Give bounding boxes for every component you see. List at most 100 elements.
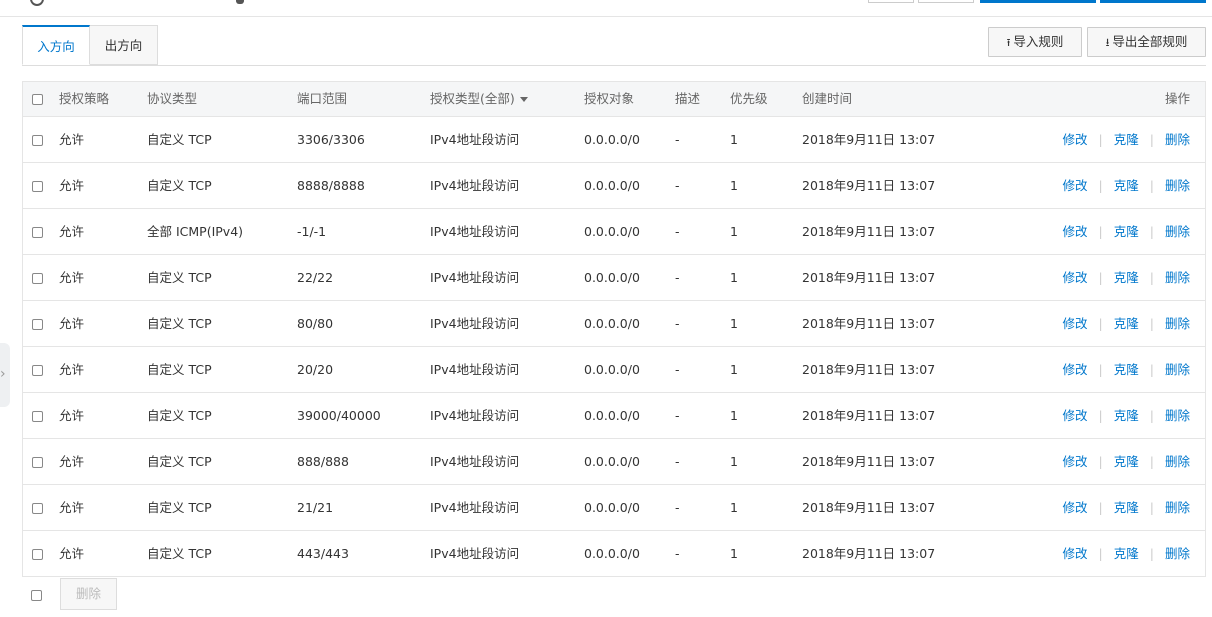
rule-auth-type: IPv4地址段访问 xyxy=(430,270,520,285)
clone-rule-link[interactable]: 克隆 xyxy=(1114,316,1139,331)
row-checkbox[interactable] xyxy=(32,549,43,560)
table-row: 允许 自定义 TCP 20/20 IPv4地址段访问 0.0.0.0/0 - 1 2018年9… xyxy=(23,347,1205,393)
clone-rule-link[interactable]: 克隆 xyxy=(1114,408,1139,423)
rule-protocol: 全部 ICMP(IPv4) xyxy=(147,224,244,239)
rule-description: - xyxy=(675,132,680,147)
rule-priority: 1 xyxy=(730,500,738,515)
import-rules-button[interactable]: ⭱ 导入规则 xyxy=(988,27,1082,57)
export-all-rules-button[interactable]: ⭳ 导出全部规则 xyxy=(1087,27,1206,57)
rule-auth-target: 0.0.0.0/0 xyxy=(584,454,640,469)
edit-rule-link[interactable]: 修改 xyxy=(1063,224,1088,239)
edit-rule-link[interactable]: 修改 xyxy=(1063,500,1088,515)
edit-rule-link[interactable]: 修改 xyxy=(1063,454,1088,469)
select-all-checkbox[interactable] xyxy=(32,94,43,105)
rule-port-range: 888/888 xyxy=(297,454,349,469)
delete-rule-link[interactable]: 删除 xyxy=(1165,132,1190,147)
edit-rule-link[interactable]: 修改 xyxy=(1063,178,1088,193)
table-row: 允许 自定义 TCP 3306/3306 IPv4地址段访问 0.0.0.0/0 - 1 20… xyxy=(23,117,1205,163)
delete-rule-link[interactable]: 删除 xyxy=(1165,500,1190,515)
rule-auth-target: 0.0.0.0/0 xyxy=(584,546,640,561)
row-checkbox[interactable] xyxy=(32,457,43,468)
sidebar-toggle[interactable]: › xyxy=(0,343,10,407)
header-button[interactable] xyxy=(868,0,914,3)
rule-policy: 允许 xyxy=(59,408,85,423)
rule-port-range: 443/443 xyxy=(297,546,349,561)
rule-auth-type: IPv4地址段访问 xyxy=(430,362,520,377)
edit-rule-link[interactable]: 修改 xyxy=(1063,132,1088,147)
delete-rule-link[interactable]: 删除 xyxy=(1165,270,1190,285)
row-checkbox[interactable] xyxy=(32,365,43,376)
row-checkbox[interactable] xyxy=(32,273,43,284)
row-checkbox[interactable] xyxy=(32,181,43,192)
delete-rule-link[interactable]: 删除 xyxy=(1165,316,1190,331)
action-divider: | xyxy=(1098,546,1103,561)
header-primary-button[interactable] xyxy=(1100,0,1206,3)
rule-port-range: -1/-1 xyxy=(297,224,327,239)
rule-priority: 1 xyxy=(730,546,738,561)
rule-priority: 1 xyxy=(730,224,738,239)
clone-rule-link[interactable]: 克隆 xyxy=(1114,500,1139,515)
rule-description: - xyxy=(675,316,680,331)
rule-description: - xyxy=(675,408,680,423)
action-divider: | xyxy=(1149,224,1154,239)
action-divider: | xyxy=(1149,408,1154,423)
delete-rule-link[interactable]: 删除 xyxy=(1165,454,1190,469)
row-checkbox[interactable] xyxy=(32,319,43,330)
clone-rule-link[interactable]: 克隆 xyxy=(1114,362,1139,377)
footer-select-checkbox[interactable] xyxy=(31,588,42,602)
rule-auth-type: IPv4地址段访问 xyxy=(430,316,520,331)
rules-table: 授权策略 协议类型 端口范围 授权类型(全部) 授权对象 描述 优先级 创建时间… xyxy=(22,81,1206,577)
tab-inbound[interactable]: 入方向 xyxy=(22,25,90,65)
row-checkbox[interactable] xyxy=(32,503,43,514)
clone-rule-link[interactable]: 克隆 xyxy=(1114,178,1139,193)
clone-rule-link[interactable]: 克隆 xyxy=(1114,224,1139,239)
column-header: 协议类型 xyxy=(147,91,198,106)
rule-description: - xyxy=(675,454,680,469)
clone-rule-link[interactable]: 克隆 xyxy=(1114,546,1139,561)
edit-rule-link[interactable]: 修改 xyxy=(1063,362,1088,377)
delete-rule-link[interactable]: 删除 xyxy=(1165,178,1190,193)
delete-rule-link[interactable]: 删除 xyxy=(1165,408,1190,423)
action-divider: | xyxy=(1098,316,1103,331)
rule-auth-target: 0.0.0.0/0 xyxy=(584,178,640,193)
upload-icon: ⭱ xyxy=(1006,36,1011,49)
rule-created-time: 2018年9月11日 13:07 xyxy=(802,132,936,147)
delete-rule-link[interactable]: 删除 xyxy=(1165,546,1190,561)
rule-policy: 允许 xyxy=(59,178,85,193)
clone-rule-link[interactable]: 克隆 xyxy=(1114,270,1139,285)
rule-description: - xyxy=(675,500,680,515)
row-actions: 修改 | 克隆 | 删除 xyxy=(1063,163,1190,208)
delete-rule-link[interactable]: 删除 xyxy=(1165,224,1190,239)
table-row: 允许 自定义 TCP 8888/8888 IPv4地址段访问 0.0.0.0/0 - 1 20… xyxy=(23,163,1205,209)
action-divider: | xyxy=(1098,178,1103,193)
delete-rule-link[interactable]: 删除 xyxy=(1165,362,1190,377)
table-header: 授权策略 协议类型 端口范围 授权类型(全部) 授权对象 描述 优先级 创建时间… xyxy=(23,82,1205,117)
rule-description: - xyxy=(675,362,680,377)
edit-rule-link[interactable]: 修改 xyxy=(1063,270,1088,285)
header-icon xyxy=(30,0,44,6)
column-header: 操作 xyxy=(1164,91,1190,106)
column-header: 端口范围 xyxy=(297,91,348,106)
batch-delete-button[interactable]: 删除 xyxy=(60,578,117,610)
clone-rule-link[interactable]: 克隆 xyxy=(1114,132,1139,147)
edit-rule-link[interactable]: 修改 xyxy=(1063,316,1088,331)
rule-created-time: 2018年9月11日 13:07 xyxy=(802,316,936,331)
column-header: 描述 xyxy=(675,91,701,106)
row-checkbox[interactable] xyxy=(32,135,43,146)
row-actions: 修改 | 克隆 | 删除 xyxy=(1063,301,1190,346)
clone-rule-link[interactable]: 克隆 xyxy=(1114,454,1139,469)
action-divider: | xyxy=(1149,500,1154,515)
rule-priority: 1 xyxy=(730,132,738,147)
rule-policy: 允许 xyxy=(59,132,85,147)
row-checkbox[interactable] xyxy=(32,227,43,238)
column-header: 授权对象 xyxy=(584,91,635,106)
edit-rule-link[interactable]: 修改 xyxy=(1063,408,1088,423)
auth-type-filter[interactable]: 授权类型(全部) xyxy=(430,82,528,116)
row-checkbox[interactable] xyxy=(32,411,43,422)
header-primary-button[interactable] xyxy=(980,0,1096,3)
tab-outbound[interactable]: 出方向 xyxy=(90,25,158,65)
edit-rule-link[interactable]: 修改 xyxy=(1063,546,1088,561)
header-button[interactable] xyxy=(918,0,974,3)
rule-auth-target: 0.0.0.0/0 xyxy=(584,408,640,423)
action-divider: | xyxy=(1098,408,1103,423)
